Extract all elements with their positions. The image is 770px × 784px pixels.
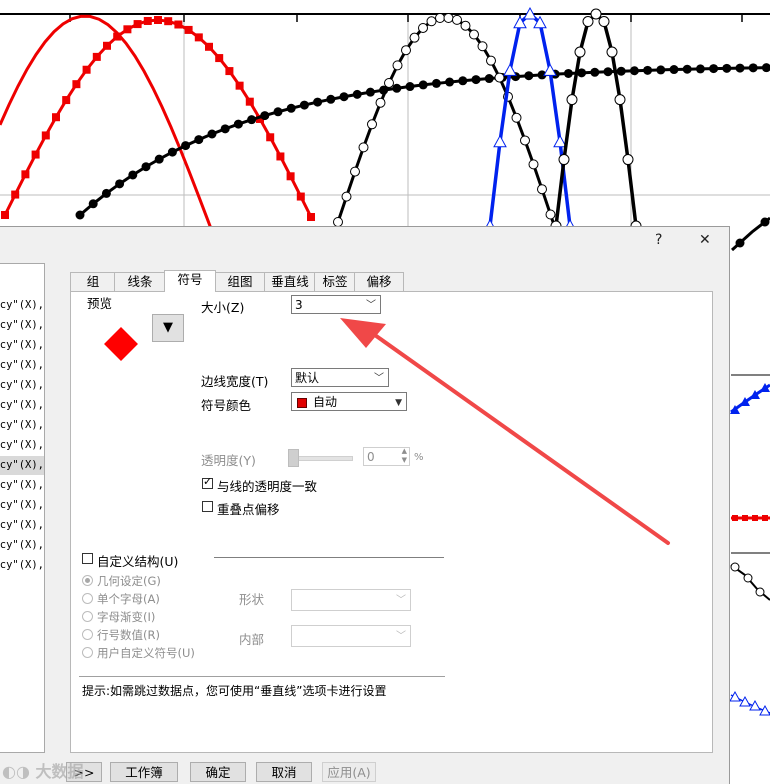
arrow-head: [340, 318, 386, 348]
tab-symbol[interactable]: 符号: [164, 270, 216, 292]
arrow-shaft: [370, 331, 670, 545]
annotation-arrow: [340, 318, 670, 545]
